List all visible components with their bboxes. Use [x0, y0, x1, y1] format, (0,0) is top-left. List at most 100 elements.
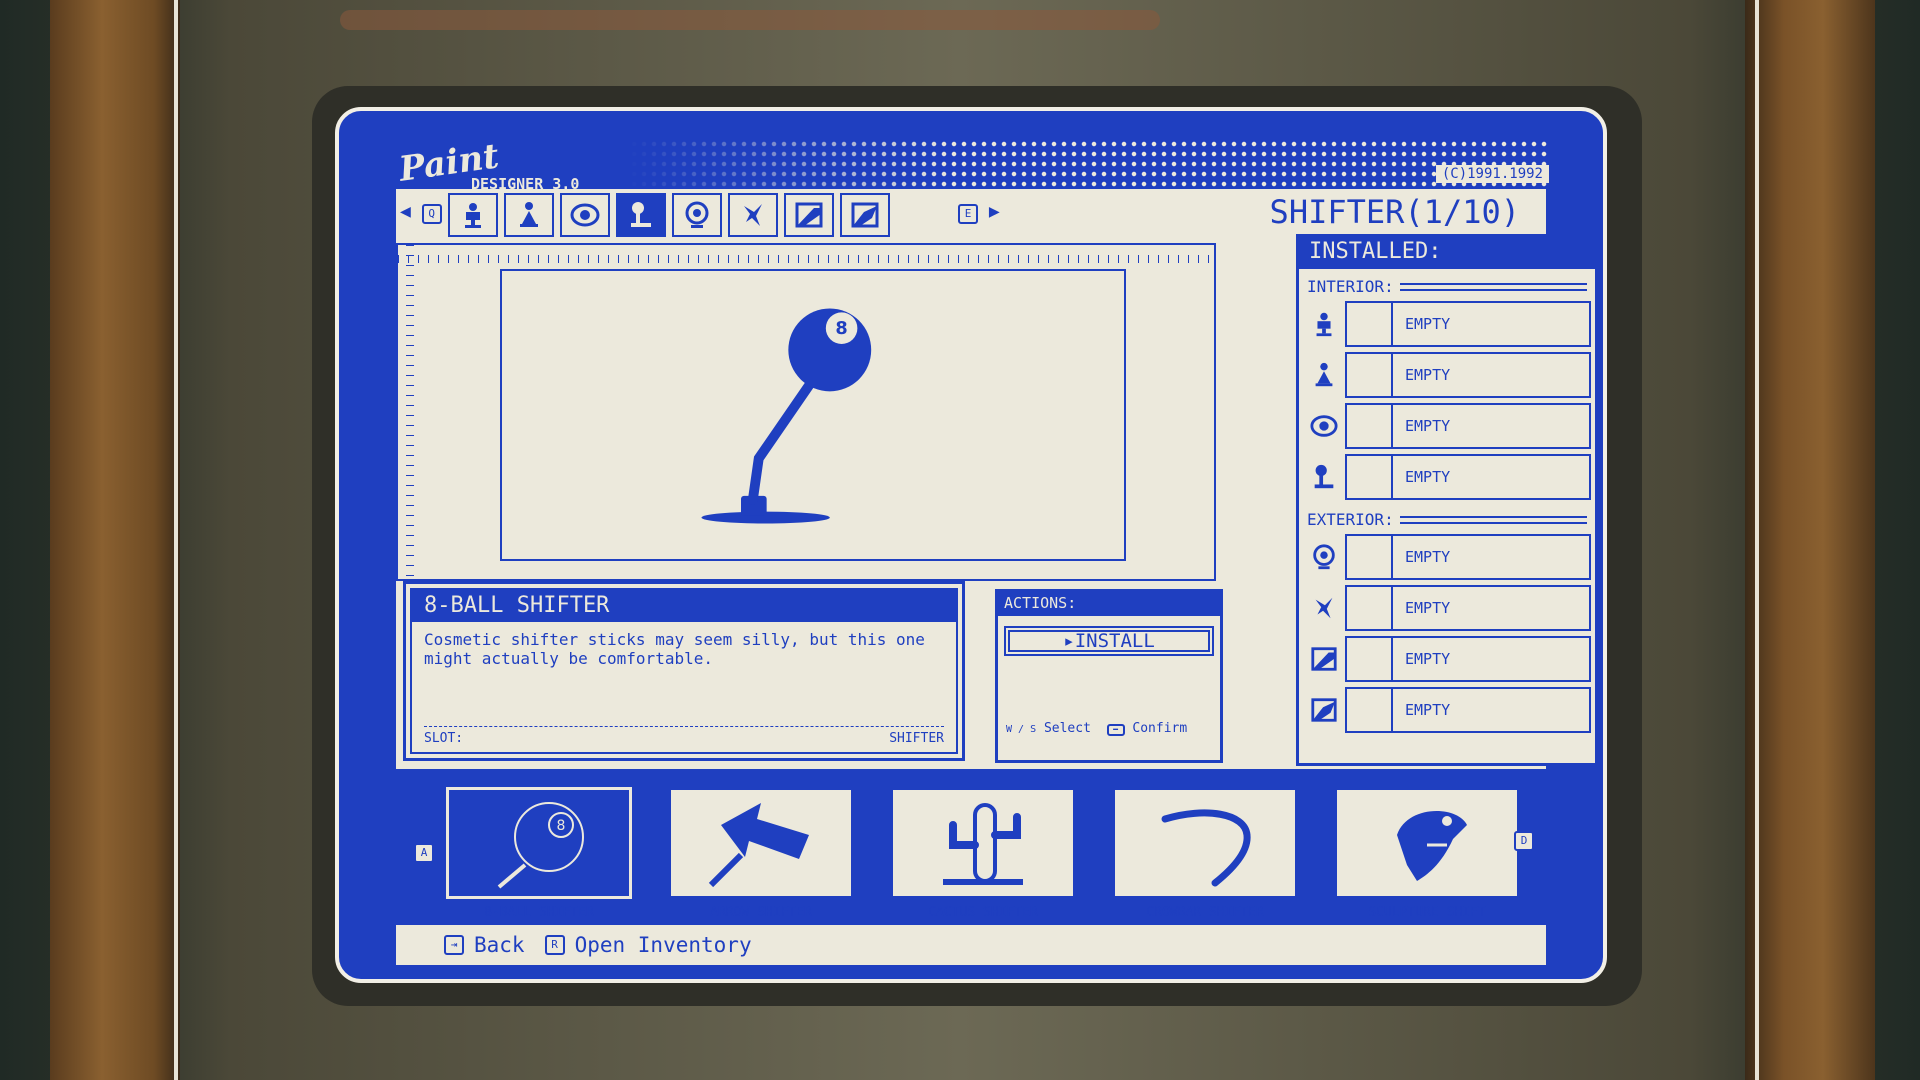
seat-icon [1316, 312, 1332, 336]
app-logo: Paint DESIGNER 3.0 [397, 136, 580, 193]
toolbar-prev[interactable]: ◀ Q [400, 201, 442, 224]
arrow-icon [708, 803, 809, 888]
item-carousel: A 8 8-BALL SHIFTER ARROW SHIFTER CACTUS … [396, 777, 1546, 925]
interior-slot-eye[interactable]: EMPTY [1299, 400, 1595, 451]
exterior-slot-door-panel-alt[interactable]: EMPTY [1299, 684, 1595, 735]
tool-hood-ornament[interactable] [728, 193, 778, 237]
carousel-item[interactable]: CACTUS SHIFTER [890, 787, 1076, 923]
carousel-next[interactable]: D [1514, 829, 1534, 851]
eye-icon [1310, 414, 1338, 437]
tool-shifter[interactable] [616, 193, 666, 237]
key-a-icon: A [414, 843, 434, 863]
interior-slot-shifter[interactable]: EMPTY [1299, 451, 1595, 502]
actions-header: ACTIONS: [998, 592, 1220, 616]
steering-wheel-icon [1313, 543, 1335, 569]
carousel-item-label: ARROW SHIFTER [710, 905, 812, 920]
carousel-prev[interactable]: A [414, 841, 434, 863]
wooden-beam-left [50, 0, 180, 1080]
slot-value: EMPTY [1405, 700, 1451, 719]
carousel-item-label: CACTUS SHIFTER [928, 905, 1038, 920]
8-ball-icon: 8 [497, 802, 584, 889]
back-hint[interactable]: ⇥ Back [444, 933, 525, 957]
slot-value: EMPTY [1405, 314, 1451, 333]
steering-wheel-icon [685, 201, 709, 228]
cactus-icon [943, 803, 1023, 885]
carousel-item[interactable]: ARROW SHIFTER [668, 787, 854, 923]
preview-viewport: 8 [500, 269, 1126, 561]
door-panel-icon [1311, 646, 1337, 671]
exterior-slot-door-panel[interactable]: EMPTY [1299, 633, 1595, 684]
carousel-item[interactable]: SCULPTURE SHIFT [1334, 787, 1520, 923]
tool-door-panel-alt[interactable] [840, 193, 890, 237]
8-ball-shifter-preview: 8 [701, 308, 872, 524]
title-bar: Paint DESIGNER 3.0 (C)1991.1992 [397, 125, 1549, 195]
copyright-label: (C)1991.1992 [1435, 165, 1549, 183]
item-description-panel: 8-BALL SHIFTER Cosmetic shifter sticks m… [403, 581, 965, 761]
ruler-vertical [398, 245, 414, 579]
sculpture-icon [1397, 811, 1467, 881]
carousel-item[interactable]: CROWBAR SHIFTER [1112, 787, 1298, 923]
open-inventory-label: Open Inventory [574, 933, 752, 957]
installed-header: INSTALLED: [1299, 237, 1595, 269]
seat-icon [465, 203, 481, 228]
ruler-horizontal [398, 245, 1214, 263]
footer-bar: ⇥ Back R Open Inventory [396, 925, 1546, 965]
preview-canvas: 8 [396, 243, 1216, 581]
key-r-icon: R [544, 935, 565, 955]
dither-pattern [629, 139, 1549, 191]
svg-text:8: 8 [835, 319, 847, 339]
carousel-item-label: SCULPTURE SHIFT [1368, 905, 1486, 920]
category-toolbar: ◀ Q E ▶ [396, 189, 1236, 237]
hood-ornament-icon [744, 204, 762, 226]
back-label: Back [474, 933, 525, 957]
tool-seat[interactable] [448, 193, 498, 237]
slot-label: SLOT: [424, 731, 464, 746]
crowbar-icon [1161, 809, 1251, 887]
actions-controls-hint: W / S Select ━ Confirm [1006, 721, 1187, 736]
wall-trim-left [174, 0, 178, 1080]
shifter-icon [631, 202, 651, 227]
install-button[interactable]: ▸INSTALL [1004, 626, 1214, 656]
crt-screen: Paint DESIGNER 3.0 (C)1991.1992 ◀ Q E ▶ … [335, 107, 1607, 983]
slot-value: EMPTY [1405, 365, 1451, 384]
interior-label: INTERIOR: [1299, 269, 1595, 298]
slot-value: EMPTY [1405, 547, 1451, 566]
slot-value: EMPTY [1405, 416, 1451, 435]
interior-slot-bobblehead[interactable]: EMPTY [1299, 349, 1595, 400]
confirm-key-icon: ━ [1106, 724, 1125, 736]
carousel-item-label: CROWBAR SHIFTER [1146, 905, 1264, 920]
key-e-icon: E [958, 204, 978, 224]
slot-value: SHIFTER [889, 731, 944, 746]
tool-door-panel[interactable] [784, 193, 834, 237]
exterior-slot-steering-wheel[interactable]: EMPTY [1299, 531, 1595, 582]
wooden-beam-right [1745, 0, 1875, 1080]
triangle-left-icon: ◀ [400, 201, 411, 222]
door-panel-alt-icon [1311, 697, 1337, 722]
exterior-slot-hood-ornament[interactable]: EMPTY [1299, 582, 1595, 633]
slot-value: EMPTY [1405, 598, 1451, 617]
key-d-icon: D [1514, 831, 1534, 851]
bobblehead-icon [520, 202, 538, 227]
select-keys: W / S [1006, 724, 1037, 735]
bobblehead-icon [1315, 362, 1333, 386]
open-inventory-hint[interactable]: R Open Inventory [544, 933, 752, 957]
item-name: 8-BALL SHIFTER [412, 590, 956, 622]
tool-bobblehead[interactable] [504, 193, 554, 237]
toolbar-next[interactable]: E ▶ [958, 201, 1000, 224]
back-key-icon: ⇥ [444, 935, 464, 955]
carousel-item-label: 8-BALL SHIFTER [484, 905, 594, 920]
wall-trim-right [1755, 0, 1759, 1080]
slot-value: EMPTY [1405, 467, 1451, 486]
interior-slot-seat[interactable]: EMPTY [1299, 298, 1595, 349]
tool-steering-wheel[interactable] [672, 193, 722, 237]
tool-eye[interactable] [560, 193, 610, 237]
section-title: SHIFTER(1/10) [1269, 193, 1520, 231]
door-panel-alt-icon [851, 202, 879, 228]
door-panel-icon [795, 202, 823, 228]
exterior-label: EXTERIOR: [1299, 502, 1595, 531]
confirm-label: Confirm [1132, 721, 1188, 736]
actions-panel: ACTIONS: ▸INSTALL W / S Select ━ Confirm [995, 589, 1223, 763]
item-description: Cosmetic shifter sticks may seem silly, … [424, 630, 925, 668]
carousel-item[interactable]: 8 8-BALL SHIFTER [446, 787, 632, 923]
select-label: Select [1043, 721, 1091, 736]
